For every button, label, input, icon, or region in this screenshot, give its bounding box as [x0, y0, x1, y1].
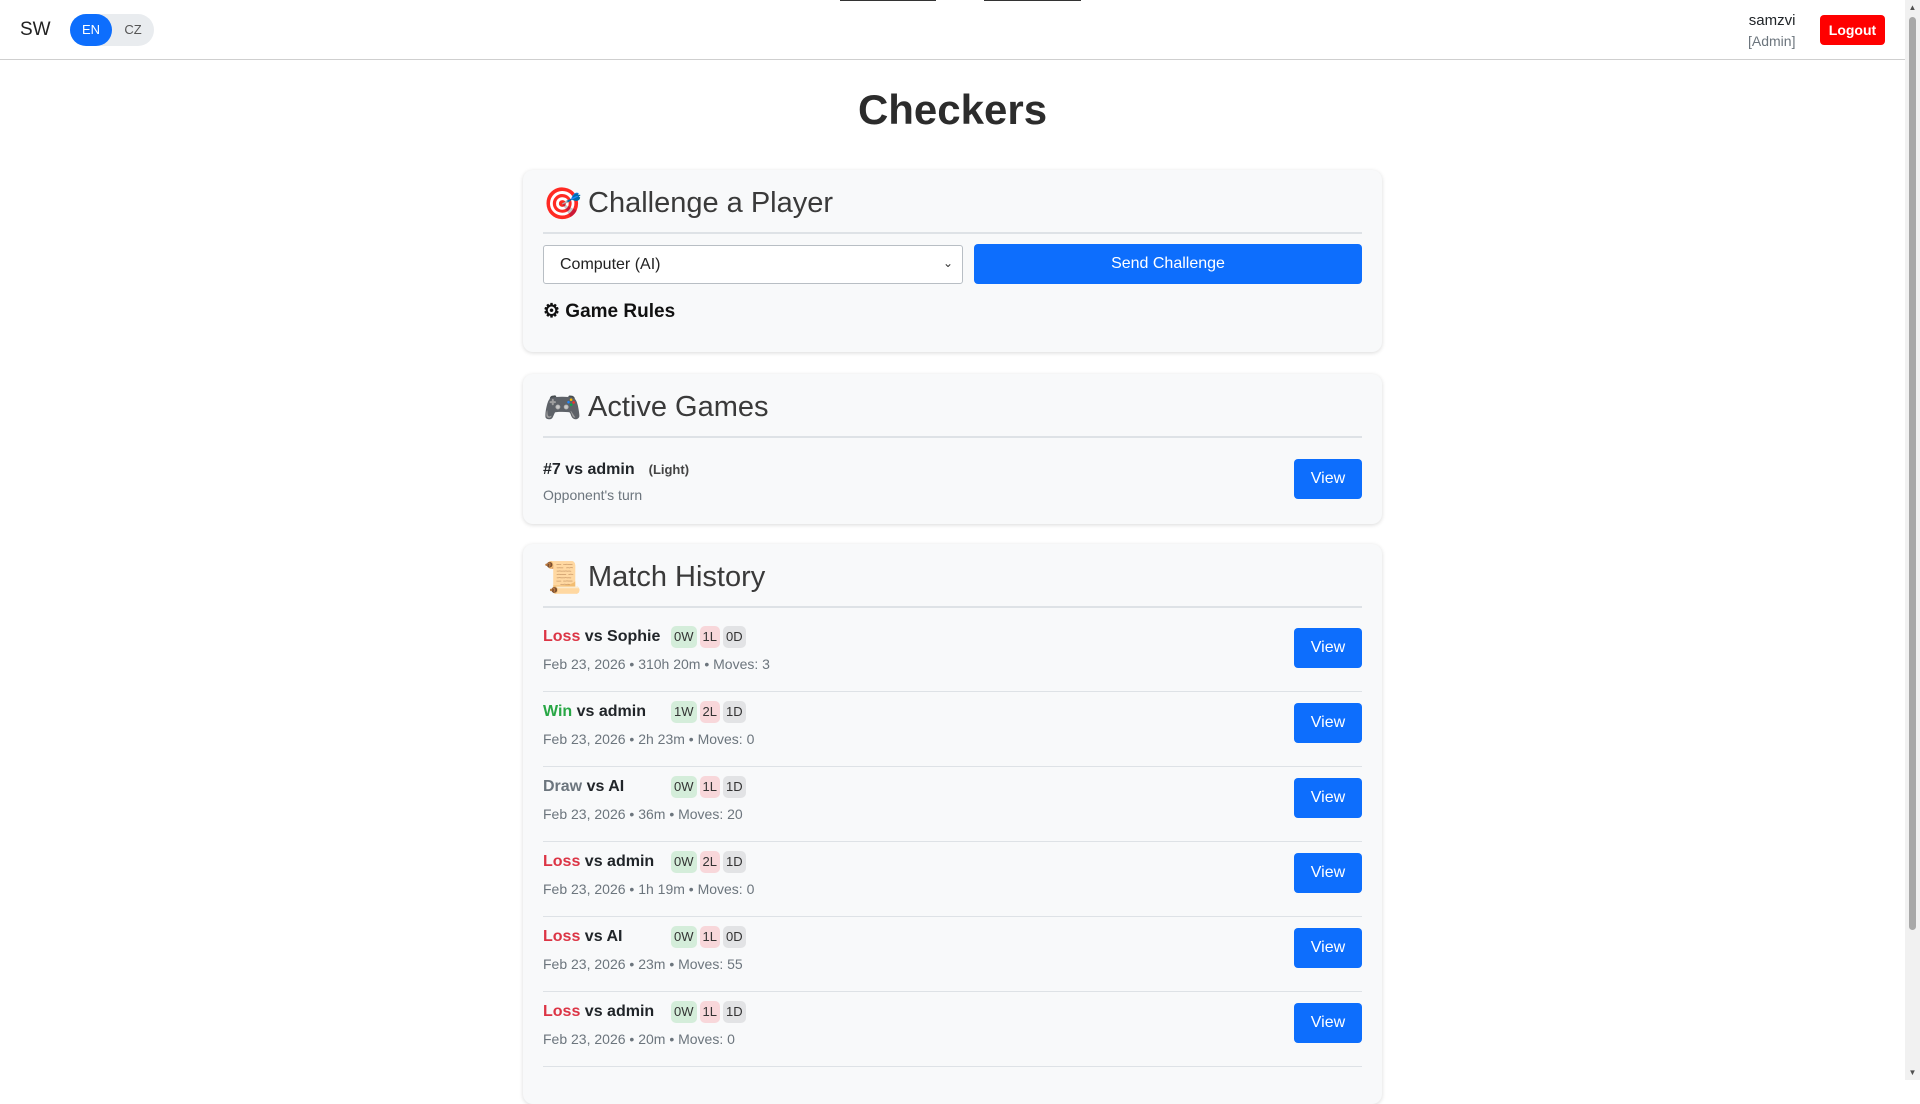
- history-meta: Feb 23, 2026 • 2h 23m • Moves: 0: [543, 731, 755, 747]
- logout-button[interactable]: Logout: [1820, 15, 1885, 45]
- stats-badges: 0W 2L 1D: [671, 851, 749, 875]
- match-history-title: Match History: [588, 561, 766, 593]
- view-match-button[interactable]: View: [1294, 1003, 1362, 1043]
- game-rules-toggle[interactable]: ⚙ Game Rules: [543, 300, 675, 323]
- active-games-card: 🎮 Active Games #7 vs admin (Light) Oppone…: [523, 374, 1382, 524]
- draws-badge: 0D: [722, 926, 746, 948]
- draws-badge: 1D: [722, 851, 746, 873]
- history-result: Loss vs Sophie: [543, 628, 661, 645]
- stats-badges: 0W 1L 1D: [671, 1001, 749, 1025]
- wins-badge: 0W: [671, 851, 697, 873]
- stats-badges: 1W 2L 1D: [671, 701, 749, 725]
- draws-badge: 1D: [722, 701, 746, 723]
- page-title: Checkers: [857, 86, 1048, 133]
- user-role: [Admin]: [1748, 33, 1796, 49]
- username: samzvi: [1748, 12, 1796, 29]
- losses-badge: 2L: [699, 701, 720, 723]
- history-row: Loss vs admin 0W 2L 1D Feb 23, 2026 • 1h 1…: [543, 841, 1362, 917]
- active-game-status: Opponent's turn: [543, 487, 643, 503]
- challenge-title: Challenge a Player: [588, 187, 834, 219]
- losses-badge: 1L: [699, 926, 720, 948]
- history-meta: Feb 23, 2026 • 1h 19m • Moves: 0: [543, 881, 755, 897]
- history-result: Loss vs admin: [543, 853, 655, 870]
- view-match-button[interactable]: View: [1294, 853, 1362, 893]
- stats-badges: 0W 1L 0D: [671, 626, 749, 650]
- view-game-button[interactable]: View: [1294, 459, 1362, 499]
- user-info: samzvi [Admin]: [1748, 11, 1795, 51]
- stats-badges: 0W 1L 1D: [671, 776, 749, 800]
- chevron-down-icon: ⌄: [942, 256, 953, 270]
- history-row: Draw vs AI 0W 1L 1D Feb 23, 2026 • 36m • M…: [543, 766, 1362, 842]
- history-row: Loss vs Sophie 0W 1L 0D Feb 23, 2026 • 310…: [543, 616, 1362, 692]
- scroll-icon: 📜: [543, 560, 582, 595]
- target-icon: 🎯: [543, 186, 582, 221]
- challenge-card: 🎯 Challenge a Player Computer (AI) ⌄ Sen…: [523, 170, 1382, 352]
- draws-badge: 0D: [722, 626, 746, 648]
- active-game-row: #7 vs admin (Light) Opponent's turn View: [543, 449, 1362, 524]
- opponent-select-value: Computer (AI): [560, 256, 661, 273]
- scroll-up-icon[interactable]: ▲: [1905, 0, 1920, 15]
- history-row: Loss vs admin 0W 1L 1D Feb 23, 2026 • 20m …: [543, 991, 1362, 1067]
- losses-badge: 1L: [699, 1001, 720, 1023]
- stats-badges: 0W 1L 0D: [671, 926, 749, 950]
- history-result: Loss vs admin: [543, 1003, 655, 1020]
- nav-underline: [840, 0, 936, 1]
- losses-badge: 1L: [699, 626, 720, 648]
- wins-badge: 0W: [671, 1001, 697, 1023]
- active-games-title: Active Games: [588, 391, 769, 423]
- match-history-header: 📜 Match History: [543, 544, 1362, 608]
- top-navbar: SW EN CZ samzvi [Admin] Logout: [0, 0, 1905, 60]
- brand-logo[interactable]: SW: [20, 19, 51, 41]
- history-meta: Feb 23, 2026 • 23m • Moves: 55: [543, 956, 743, 972]
- history-row: Win vs admin 1W 2L 1D Feb 23, 2026 • 2h 23…: [543, 691, 1362, 767]
- gamepad-icon: 🎮: [543, 390, 582, 425]
- losses-badge: 1L: [699, 776, 720, 798]
- draws-badge: 1D: [722, 1001, 746, 1023]
- wins-badge: 0W: [671, 626, 697, 648]
- history-meta: Feb 23, 2026 • 20m • Moves: 0: [543, 1031, 735, 1047]
- wins-badge: 0W: [671, 926, 697, 948]
- losses-badge: 2L: [699, 851, 720, 873]
- history-result: Loss vs AI: [543, 928, 623, 945]
- match-history-card: 📜 Match History Loss vs Sophie 0W 1L 0D Fe…: [523, 544, 1382, 1104]
- nav-underline: [984, 0, 1081, 1]
- history-result: Draw vs AI: [543, 778, 625, 795]
- view-match-button[interactable]: View: [1294, 928, 1362, 968]
- history-result: Win vs admin: [543, 703, 646, 720]
- send-challenge-button[interactable]: Send Challenge: [974, 244, 1362, 284]
- lang-cz-button[interactable]: CZ: [112, 14, 154, 46]
- active-game-side: (Light): [648, 462, 690, 477]
- wins-badge: 1W: [671, 701, 697, 723]
- active-games-header: 🎮 Active Games: [543, 374, 1362, 438]
- view-match-button[interactable]: View: [1294, 628, 1362, 668]
- scroll-down-icon[interactable]: ▼: [1905, 1065, 1920, 1080]
- language-switch: EN CZ: [70, 14, 154, 46]
- opponent-select[interactable]: Computer (AI) ⌄: [543, 245, 963, 284]
- wins-badge: 0W: [671, 776, 697, 798]
- view-match-button[interactable]: View: [1294, 703, 1362, 743]
- page-scrollbar[interactable]: ▲ ▼: [1905, 0, 1920, 1080]
- challenge-header: 🎯 Challenge a Player: [543, 170, 1362, 234]
- lang-en-button[interactable]: EN: [70, 14, 112, 46]
- scrollbar-thumb[interactable]: [1909, 17, 1916, 930]
- draws-badge: 1D: [722, 776, 746, 798]
- history-meta: Feb 23, 2026 • 36m • Moves: 20: [543, 806, 743, 822]
- history-row: Loss vs AI 0W 1L 0D Feb 23, 2026 • 23m • M…: [543, 916, 1362, 992]
- active-game-label: #7 vs admin (Light): [543, 461, 690, 478]
- view-match-button[interactable]: View: [1294, 778, 1362, 818]
- history-meta: Feb 23, 2026 • 310h 20m • Moves: 3: [543, 656, 770, 672]
